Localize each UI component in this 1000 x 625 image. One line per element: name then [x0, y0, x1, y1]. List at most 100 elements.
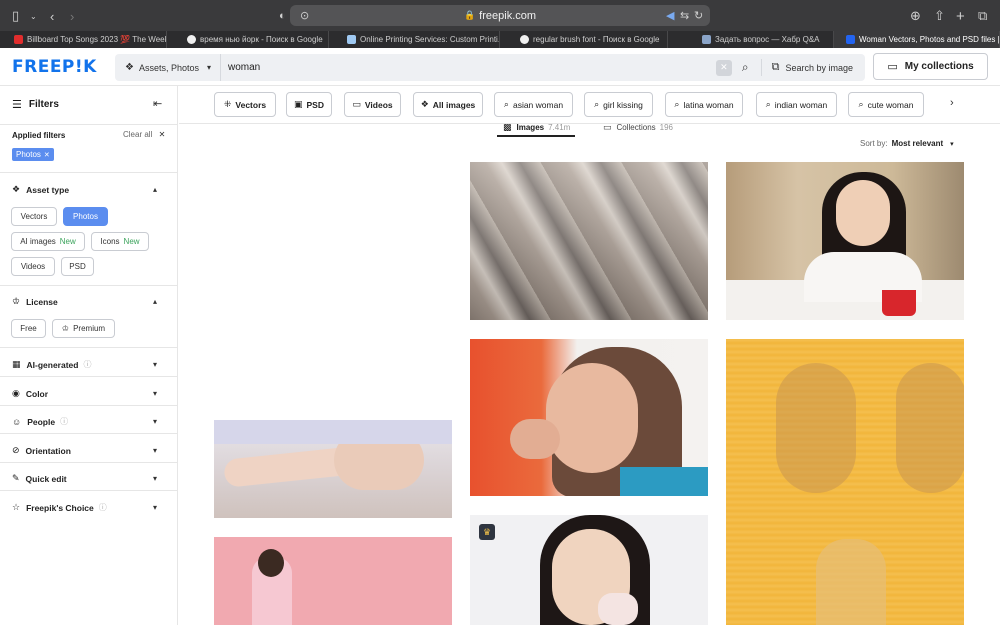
collapse-sidebar-icon[interactable]: ⇤	[153, 97, 162, 110]
forward-icon[interactable]: ›	[70, 7, 74, 25]
asset-type-title: Asset type	[26, 184, 70, 195]
chevron-down-icon[interactable]: ▾	[153, 360, 157, 369]
chevron-down-icon[interactable]: ▾	[153, 503, 157, 512]
chevron-down-icon: ▾	[207, 63, 212, 72]
pill-label: AI images	[20, 237, 56, 246]
photo-woman-flowers[interactable]: ♛	[470, 515, 708, 625]
chevron-right-icon[interactable]: ›	[950, 97, 954, 109]
chevron-down-icon[interactable]: ▾	[153, 389, 157, 398]
privacy-shield-icon[interactable]: ◐	[279, 7, 286, 25]
tab-collections-label: Collections	[616, 123, 656, 132]
asset-type-icons[interactable]: Icons New	[91, 232, 149, 251]
tab-images[interactable]: ▩ Images 7.41m	[503, 122, 570, 133]
chip-label: latina woman	[683, 99, 734, 110]
star-icon: ☆	[12, 502, 21, 512]
asset-type-dropdown[interactable]: ❖ Assets, Photos ▾	[115, 54, 221, 81]
license-premium[interactable]: ♔ Premium	[52, 319, 115, 338]
chip-all-images[interactable]: ❖ All images	[413, 92, 483, 117]
info-icon[interactable]: ⓘ	[83, 359, 91, 370]
freepiks-choice-section[interactable]: ☆ Freepik's Choice ⓘ	[12, 502, 107, 513]
photo-woman-smiling-nose[interactable]	[470, 339, 708, 496]
applied-filter-chip[interactable]: Photos ✕	[12, 148, 54, 161]
chevron-down-icon[interactable]: ▾	[153, 446, 157, 455]
download-icon[interactable]: ⊕	[910, 7, 921, 25]
chip-asian-woman[interactable]: ⌕ asian woman	[494, 92, 573, 117]
chevron-down-icon[interactable]: ▾	[153, 417, 157, 426]
color-section[interactable]: ◉ Color	[12, 388, 48, 399]
asset-type-section[interactable]: ❖ Asset type	[12, 184, 69, 195]
site-settings-icon[interactable]: ⊙	[300, 9, 309, 22]
divider	[0, 405, 178, 406]
chip-vectors[interactable]: ⁜ Vectors	[214, 92, 276, 117]
tab-title: Woman Vectors, Photos and PSD files |...	[859, 35, 1000, 44]
chip-indian-woman[interactable]: ⌕ indian woman	[756, 92, 837, 117]
info-icon[interactable]: ⓘ	[60, 416, 68, 427]
photo-woman-pink-wall[interactable]	[214, 537, 452, 625]
browser-tab[interactable]: Billboard Top Songs 2023 💯 The Week...	[0, 31, 167, 48]
chip-label: cute woman	[867, 99, 914, 110]
asset-type-vectors[interactable]: Vectors	[11, 207, 57, 226]
freepik-logo[interactable]: FREEP!K	[12, 57, 97, 77]
chevron-up-icon[interactable]: ▴	[153, 297, 157, 306]
back-icon[interactable]: ‹	[50, 7, 54, 25]
remove-filter-icon[interactable]: ✕	[44, 151, 50, 159]
chevron-down-icon[interactable]: ▾	[153, 474, 157, 483]
site-header: FREEP!K ❖ Assets, Photos ▾ woman ✕ ⌕ ⧉ S…	[0, 48, 1000, 86]
chip-label: girl kissing	[603, 99, 643, 110]
chip-psd[interactable]: ▣ PSD	[286, 92, 332, 117]
people-section[interactable]: ☺ People ⓘ	[12, 416, 68, 427]
chip-latina-woman[interactable]: ⌕ latina woman	[665, 92, 743, 117]
photo-reflected-woman[interactable]	[470, 162, 708, 320]
sort-value: Most relevant	[891, 139, 944, 148]
face-shape	[546, 363, 638, 473]
audio-icon[interactable]: ◀︎	[666, 9, 674, 22]
photo-woman-yellow-glitch[interactable]	[726, 339, 964, 625]
orientation-section[interactable]: ⊘ Orientation	[12, 445, 71, 456]
share-icon[interactable]: ⇧	[934, 7, 945, 25]
google-favicon-icon	[187, 35, 196, 44]
chip-cute-woman[interactable]: ⌕ cute woman	[848, 92, 924, 117]
sort-dropdown[interactable]: Sort by: Most relevant ▾	[860, 139, 954, 148]
asset-type-videos[interactable]: Videos	[11, 257, 55, 276]
search-icon[interactable]: ⌕	[742, 60, 749, 75]
asset-type-photos[interactable]: Photos	[63, 207, 108, 226]
browser-tab[interactable]: regular brush font - Поиск в Google	[500, 31, 668, 48]
google-favicon-icon	[520, 35, 529, 44]
search-icon: ⌕	[594, 99, 600, 109]
license-section[interactable]: ♔ License	[12, 296, 58, 307]
chevron-down-icon[interactable]: ⌄	[30, 7, 37, 25]
asset-type-psd[interactable]: PSD	[61, 257, 94, 276]
asset-type-ai-images[interactable]: AI images New	[11, 232, 85, 251]
photo-woman-cafe-cup[interactable]	[726, 162, 964, 320]
translate-icon[interactable]: ⇆	[680, 9, 689, 22]
tab-overview-icon[interactable]: ⧉	[978, 7, 987, 25]
browser-tab-active[interactable]: Woman Vectors, Photos and PSD files |...	[834, 31, 1000, 48]
sidebar-toggle-icon[interactable]: ▯	[12, 7, 19, 25]
reload-icon[interactable]: ↻	[694, 9, 703, 22]
search-by-image-button[interactable]: ⧉ Search by image	[760, 59, 865, 76]
chip-girl-kissing[interactable]: ⌕ girl kissing	[584, 92, 653, 117]
images-icon: ❖	[420, 99, 429, 109]
search-input[interactable]: woman	[221, 62, 716, 73]
clear-all-button[interactable]: Clear all ✕	[123, 130, 165, 139]
chip-label: Vectors	[235, 99, 267, 110]
ai-generated-section[interactable]: ▦ AI-generated ⓘ	[12, 359, 91, 370]
new-tab-icon[interactable]: +	[956, 7, 965, 25]
browser-tab[interactable]: Задать вопрос — Хабр Q&A	[668, 31, 834, 48]
photo-crossed-arms[interactable]	[214, 420, 452, 518]
tab-collections[interactable]: ▭ Collections 196	[603, 122, 673, 133]
my-collections-button[interactable]: ▭ My collections	[873, 53, 988, 80]
clear-search-button[interactable]: ✕	[715, 59, 732, 76]
quick-edit-section[interactable]: ✎ Quick edit	[12, 473, 67, 484]
info-icon[interactable]: ⓘ	[99, 502, 107, 513]
chip-videos[interactable]: ▭ Videos	[344, 92, 401, 117]
chevron-up-icon[interactable]: ▴	[153, 185, 157, 194]
ai-generated-title: AI-generated	[26, 359, 79, 370]
browser-tab[interactable]: Online Printing Services: Custom Printi.…	[329, 31, 500, 48]
license-free[interactable]: Free	[11, 319, 46, 338]
address-bar[interactable]: ⊙ 🔒 freepik.com ◀︎ ⇆ ↻	[290, 5, 710, 26]
image-search-icon: ⧉	[771, 61, 780, 73]
browser-tab[interactable]: время нью йорк - Поиск в Google	[167, 31, 329, 48]
site-favicon-icon	[347, 35, 356, 44]
asset-type-icon: ❖	[12, 184, 21, 194]
